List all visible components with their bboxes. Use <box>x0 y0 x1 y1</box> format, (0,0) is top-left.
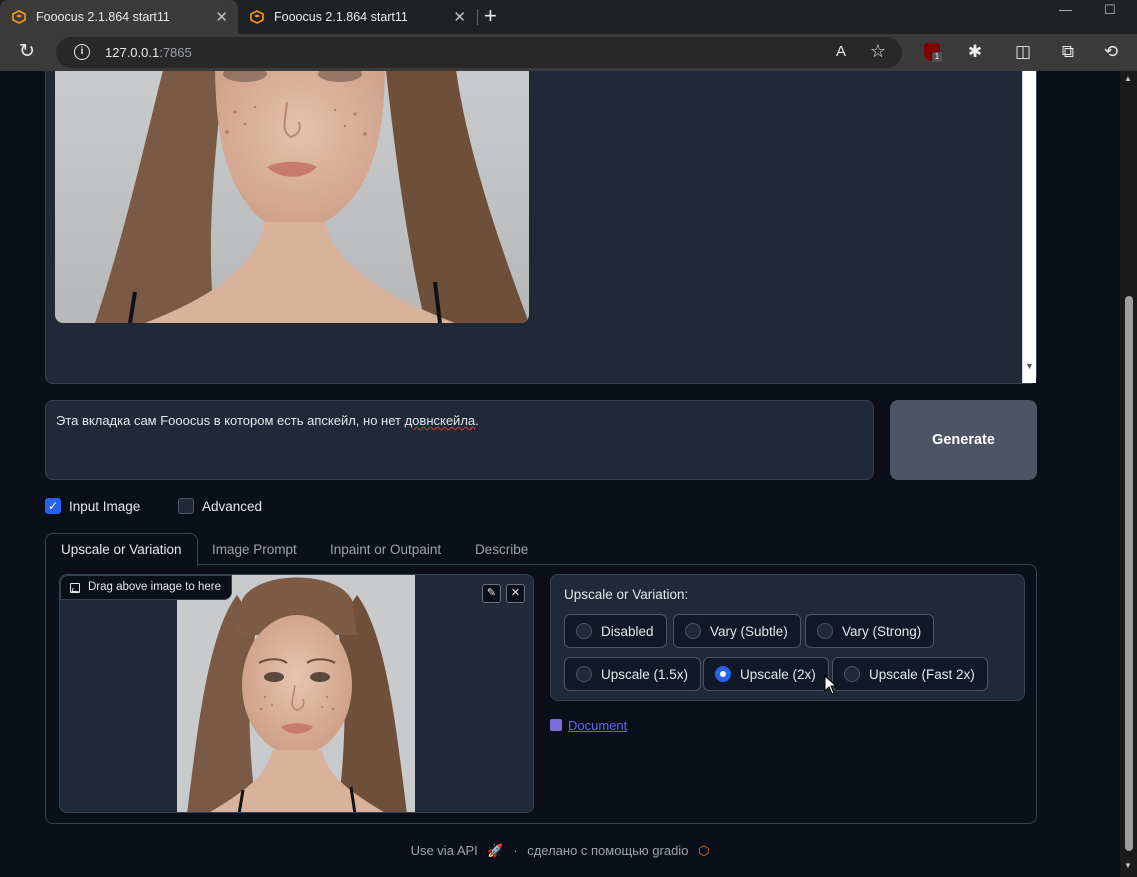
prompt-misspelled-word: довнскейла <box>404 413 476 428</box>
radio-label: Upscale (1.5x) <box>601 666 689 682</box>
scroll-down-arrow-icon[interactable]: ▼ <box>1025 361 1034 371</box>
document-link[interactable]: Document <box>550 718 627 733</box>
history-icon[interactable]: ⟲ <box>1100 41 1122 63</box>
radio-label: Upscale (2x) <box>740 666 816 682</box>
radio-vary-strong[interactable]: Vary (Strong) <box>805 614 935 648</box>
browser-tab-bar: Fooocus 2.1.864 start11 ✕ Fooocus 2.1.86… <box>0 0 1137 34</box>
url-port: :7865 <box>159 45 192 60</box>
radio-upscale-1-5x[interactable]: Upscale (1.5x) <box>564 657 702 691</box>
mouse-cursor-icon <box>824 675 838 695</box>
tab-inpaint-or-outpaint[interactable]: Inpaint or Outpaint <box>330 533 441 565</box>
prompt-textarea[interactable]: Эта вкладка сам Fooocus в котором есть а… <box>45 400 874 480</box>
browser-tab-title: Fooocus 2.1.864 start11 <box>274 10 408 24</box>
fooocus-page: ▼ Эта вкладка сам Fooocus в котором есть… <box>0 71 1120 877</box>
scroll-down-arrow-icon[interactable]: ▼ <box>1124 861 1132 870</box>
use-via-api-link[interactable]: Use via API <box>411 843 478 858</box>
output-gallery: ▼ <box>45 71 1037 384</box>
address-bar[interactable]: i 127.0.0.1:7865 A ☆ <box>56 37 902 68</box>
radio-unselected-icon[interactable] <box>576 623 592 639</box>
radio-unselected-icon[interactable] <box>817 623 833 639</box>
uploaded-image <box>177 575 415 812</box>
checkbox-checked-icon[interactable]: ✓ <box>45 498 61 514</box>
radio-upscale-2x[interactable]: Upscale (2x) <box>703 657 829 691</box>
radio-label: Upscale (Fast 2x) <box>869 666 975 682</box>
radio-label: Disabled <box>601 623 654 639</box>
prompt-text: Эта вкладка сам Fooocus в котором есть а… <box>56 413 405 428</box>
edit-pencil-icon[interactable]: ✎ <box>482 584 501 603</box>
clear-image-icon[interactable]: ✕ <box>506 584 525 603</box>
maximize-icon[interactable]: ☐ <box>1104 2 1116 18</box>
new-tab-button[interactable]: + <box>484 3 497 29</box>
radio-disabled[interactable]: Disabled <box>564 614 667 648</box>
extensions-puzzle-icon[interactable]: ✱ <box>964 41 986 63</box>
gallery-scrollbar[interactable]: ▼ <box>1022 71 1036 383</box>
document-link-text: Document <box>568 718 628 733</box>
advanced-checkbox[interactable]: Advanced <box>178 498 262 514</box>
scroll-up-arrow-icon[interactable]: ▲ <box>1124 74 1132 83</box>
radio-upscale-fast-2x[interactable]: Upscale (Fast 2x) <box>832 657 988 691</box>
made-with-gradio-link[interactable]: сделано с помощью gradio <box>527 843 688 858</box>
browser-tab-1[interactable]: Fooocus 2.1.864 start11 ✕ <box>0 0 238 34</box>
upscale-tab-panel: Drag above image to here ✎ ✕ Upscale or … <box>45 564 1037 824</box>
upscale-or-variation-group: Upscale or Variation: Disabled Vary (Sub… <box>550 574 1025 701</box>
rocket-icon: 🚀 <box>487 843 504 858</box>
input-image-label: Input Image <box>69 498 141 514</box>
checkbox-unchecked-icon[interactable] <box>178 498 194 514</box>
image-icon <box>70 583 80 593</box>
input-tabs: Upscale or Variation Image Prompt Inpain… <box>45 533 1037 566</box>
tab-upscale-or-variation[interactable]: Upscale or Variation <box>45 533 198 566</box>
reload-icon[interactable]: ↻ <box>16 41 38 63</box>
browser-tab-title: Fooocus 2.1.864 start11 <box>36 10 170 24</box>
favorite-star-icon[interactable]: ☆ <box>870 41 886 62</box>
tab-separator <box>477 9 478 25</box>
radio-unselected-icon[interactable] <box>685 623 701 639</box>
browser-tab-2[interactable]: Fooocus 2.1.864 start11 ✕ <box>238 0 476 34</box>
url-text[interactable]: 127.0.0.1:7865 <box>105 45 192 60</box>
upscale-group-label: Upscale or Variation: <box>564 587 689 602</box>
portrait-image-icon <box>55 71 529 323</box>
read-aloud-icon[interactable]: A <box>836 43 846 60</box>
page-scrollbar[interactable]: ▲ ▼ <box>1120 71 1137 877</box>
ublock-extension-icon[interactable]: 1 <box>924 43 942 62</box>
radio-unselected-icon[interactable] <box>576 666 592 682</box>
generate-button[interactable]: Generate <box>890 400 1037 480</box>
generated-image[interactable] <box>55 71 529 323</box>
collections-icon[interactable]: ⧉ <box>1057 41 1079 63</box>
gradio-logo-icon: ⬡ <box>698 843 710 858</box>
drag-image-label: Drag above image to here <box>60 575 232 600</box>
site-info-icon[interactable]: i <box>74 44 90 60</box>
document-icon <box>550 719 562 731</box>
radio-label: Vary (Subtle) <box>710 623 788 639</box>
portrait-thumbnail-icon <box>177 575 415 812</box>
close-tab-icon[interactable]: ✕ <box>453 8 466 26</box>
radio-selected-icon[interactable] <box>715 666 731 682</box>
minimize-icon[interactable]: — <box>1059 2 1072 17</box>
advanced-label: Advanced <box>202 498 263 514</box>
radio-unselected-icon[interactable] <box>844 666 860 682</box>
footer-separator: · <box>513 843 518 858</box>
tab-describe[interactable]: Describe <box>475 533 528 565</box>
input-image-checkbox[interactable]: ✓ Input Image <box>45 498 140 514</box>
drag-image-label-text: Drag above image to here <box>88 581 221 593</box>
extension-badge: 1 <box>932 52 942 62</box>
prompt-text-end: . <box>475 413 479 428</box>
tab-image-prompt[interactable]: Image Prompt <box>212 533 297 565</box>
split-screen-icon[interactable]: ◫ <box>1012 41 1034 63</box>
close-tab-icon[interactable]: ✕ <box>215 8 228 26</box>
fooocus-favicon-icon <box>12 10 26 24</box>
radio-label: Vary (Strong) <box>842 623 922 639</box>
uov-input-image[interactable]: Drag above image to here ✎ ✕ <box>59 574 534 813</box>
url-host: 127.0.0.1 <box>105 45 160 60</box>
fooocus-favicon-icon <box>250 10 264 24</box>
page-footer: Use via API 🚀 · сделано с помощью gradio… <box>0 843 1120 859</box>
scrollbar-thumb[interactable] <box>1125 296 1133 851</box>
radio-vary-subtle[interactable]: Vary (Subtle) <box>673 614 801 648</box>
